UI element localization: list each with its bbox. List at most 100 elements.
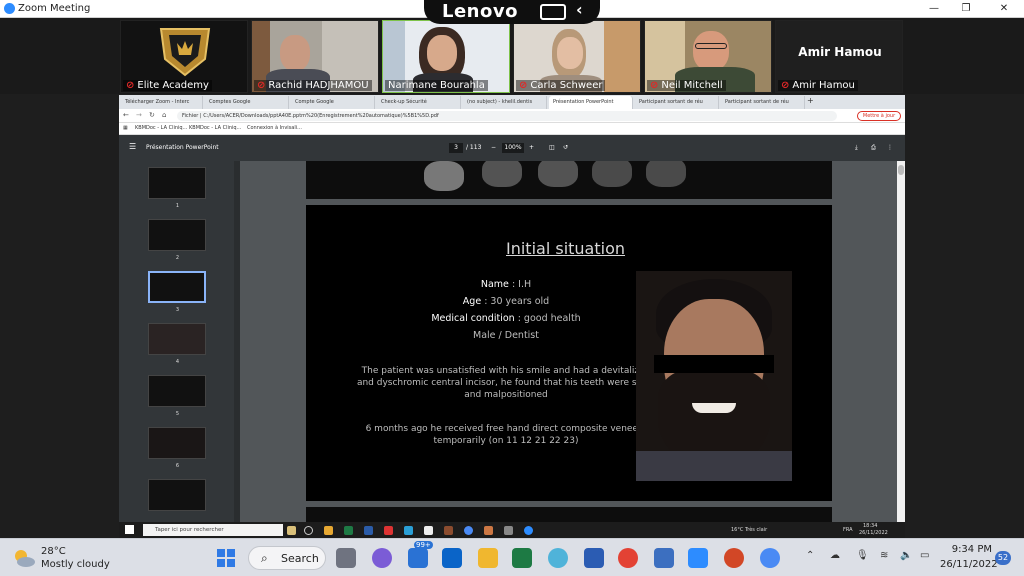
muted-mic-icon: ⊘ — [257, 80, 266, 91]
file-explorer-icon[interactable] — [324, 526, 333, 535]
clock-date[interactable]: 26/11/2022 — [940, 559, 998, 570]
fit-page-icon[interactable]: ◫ — [549, 144, 555, 151]
zoom-logo-icon — [4, 3, 15, 14]
browser-tab[interactable]: Compte Google — [291, 96, 375, 109]
windows-start-icon[interactable] — [125, 525, 134, 534]
edge-icon[interactable] — [404, 526, 413, 535]
chrome-icon[interactable] — [618, 548, 638, 568]
teams-chat-icon[interactable] — [372, 548, 392, 568]
windows-start-icon[interactable] — [216, 548, 236, 568]
browser-tab[interactable]: Télécharger Zoom - Interc — [121, 96, 203, 109]
page-thumbnail[interactable] — [148, 427, 206, 459]
remote-search-box[interactable]: Taper ici pour rechercher — [143, 524, 283, 536]
participant-tile-carla[interactable]: ⊘ Carla Schweer — [513, 20, 641, 93]
page-thumbnail[interactable] — [148, 167, 206, 199]
minimize-button[interactable]: — — [920, 2, 948, 16]
microphone-icon[interactable]: 🎙 — [856, 550, 869, 561]
chrome-icon[interactable] — [464, 526, 473, 535]
excel-icon[interactable] — [344, 526, 353, 535]
wifi-icon[interactable]: ≋ — [880, 550, 888, 561]
mail-icon[interactable] — [408, 548, 428, 568]
clock-time[interactable]: 9:34 PM — [950, 544, 992, 555]
forward-icon[interactable]: → — [136, 111, 142, 119]
shared-browser-window: Télécharger Zoom - Interc Comptes Google… — [119, 95, 905, 522]
eye-censor-bar — [654, 355, 774, 373]
file-explorer-icon[interactable] — [478, 548, 498, 568]
browser-tab[interactable]: (no subject) - khelil.dentis — [463, 96, 547, 109]
more-options-icon[interactable]: ⋮ — [887, 144, 893, 151]
reload-icon[interactable]: ↻ — [149, 111, 155, 119]
page-thumbnail[interactable] — [148, 479, 206, 511]
download-icon[interactable]: ⤓ — [855, 144, 858, 152]
snipping-tool-icon[interactable] — [654, 548, 674, 568]
zoom-in-icon[interactable]: + — [529, 144, 534, 151]
participant-tile-amir[interactable]: Amir Hamou ⊘ Amir Hamou — [775, 20, 903, 93]
current-slide: Initial situation Name : I.H Age : 30 ye… — [306, 205, 832, 501]
participant-tile-narimane[interactable]: Narimane Bourahla — [382, 20, 510, 93]
zoom-app-icon[interactable] — [524, 526, 533, 535]
url-field[interactable]: Fichier | C:/Users/ACER/Downloads/pptA40… — [177, 111, 837, 121]
browser-tab[interactable]: Comptes Google — [205, 96, 289, 109]
excel-icon[interactable] — [512, 548, 532, 568]
zoom-app-icon[interactable] — [688, 548, 708, 568]
shield-logo-icon — [159, 28, 211, 77]
zoom-level-input[interactable]: 100% — [502, 143, 524, 153]
back-icon[interactable]: ← — [123, 111, 129, 119]
bookmark-item[interactable]: KBMDoc - LA Cliniq... — [189, 125, 241, 131]
print-icon[interactable]: ⎙ — [871, 144, 876, 152]
chrome-profile-icon[interactable] — [760, 548, 780, 568]
new-tab-icon[interactable]: + — [807, 96, 814, 105]
weather-temperature[interactable]: 28°C — [41, 546, 66, 557]
task-view-icon[interactable] — [304, 526, 313, 535]
document-scrollbar[interactable] — [897, 161, 905, 522]
participant-name: ⊘ Neil Mitchell — [647, 80, 726, 91]
weather-description[interactable]: Mostly cloudy — [41, 559, 110, 570]
app-icon[interactable] — [444, 526, 453, 535]
rotate-icon[interactable]: ↺ — [563, 144, 568, 151]
chevron-left-icon[interactable]: ‹ — [576, 0, 583, 19]
browser-tab[interactable]: Participant sortant de réu — [635, 96, 719, 109]
home-icon[interactable]: ⌂ — [162, 111, 166, 119]
task-view-icon[interactable] — [336, 548, 356, 568]
bookmark-item[interactable]: KBMDoc - LA Cliniq... — [135, 125, 187, 131]
page-number-input[interactable]: 3 — [449, 143, 463, 153]
participant-tile-rachid[interactable]: ⊘ Rachid HADJHAMOU — [251, 20, 379, 93]
acrobat-icon[interactable] — [424, 526, 433, 535]
word-icon[interactable] — [584, 548, 604, 568]
volume-icon[interactable]: 🔈 — [900, 550, 912, 561]
paint-icon[interactable] — [548, 548, 568, 568]
chevron-up-icon[interactable]: ⌃ — [806, 550, 814, 561]
onedrive-icon[interactable]: ☁ — [830, 550, 840, 561]
word-icon[interactable] — [364, 526, 373, 535]
restore-button[interactable]: ❐ — [952, 2, 980, 16]
update-button[interactable]: Mettre à jour — [857, 111, 901, 121]
apps-icon[interactable]: ▦ — [123, 125, 128, 131]
landscape-icon — [287, 526, 296, 535]
zoom-out-icon[interactable]: − — [491, 144, 496, 151]
opera-icon[interactable] — [384, 526, 393, 535]
participant-tile-elite-academy[interactable]: ⊘ Elite Academy — [120, 20, 248, 93]
screen-share-icon[interactable] — [540, 4, 566, 20]
participant-tile-neil[interactable]: ⊘ Neil Mitchell — [644, 20, 772, 93]
page-thumbnail[interactable] — [148, 219, 206, 251]
powerpoint-icon[interactable] — [484, 526, 493, 535]
search-button[interactable]: ⌕ Search — [248, 546, 326, 570]
close-button[interactable]: ✕ — [990, 2, 1018, 16]
scroll-thumb[interactable] — [898, 165, 904, 175]
browser-tab[interactable]: Check-up Sécurité — [377, 96, 461, 109]
browser-tab-active[interactable]: Présentation PowerPoint — [549, 96, 633, 109]
page-thumbnail[interactable] — [148, 375, 206, 407]
outlook-icon[interactable] — [442, 548, 462, 568]
participant-name: ⊘ Carla Schweer — [516, 80, 606, 91]
page-thumbnail-selected[interactable] — [148, 271, 206, 303]
previous-page — [306, 161, 832, 199]
browser-tab-strip: Télécharger Zoom - Interc Comptes Google… — [119, 95, 905, 109]
powerpoint-icon[interactable] — [724, 548, 744, 568]
menu-icon[interactable]: ☰ — [129, 142, 136, 151]
notification-badge[interactable]: 52 — [995, 551, 1011, 565]
bookmark-item[interactable]: Connexion à Invisali... — [247, 125, 302, 131]
battery-icon[interactable]: ▭ — [920, 550, 929, 561]
browser-tab[interactable]: Participant sortant de réu — [721, 96, 805, 109]
photos-icon[interactable] — [504, 526, 513, 535]
page-thumbnail[interactable] — [148, 323, 206, 355]
